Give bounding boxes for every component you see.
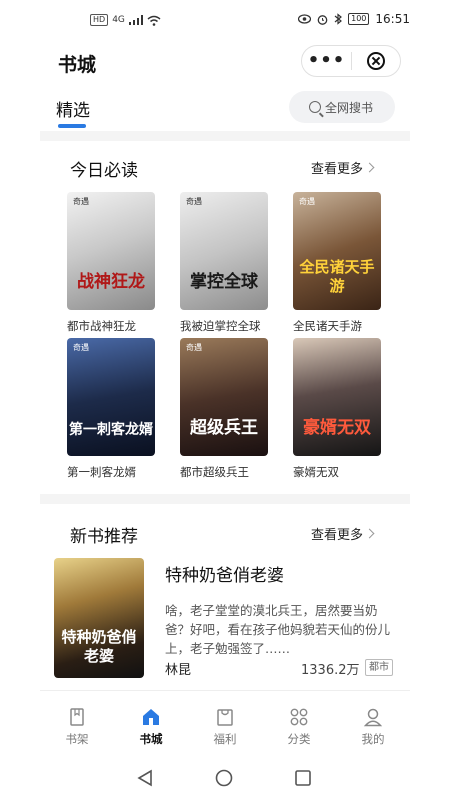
today-section-title: 今日必读 xyxy=(70,161,138,181)
new-book-readers: 1336.2万 xyxy=(301,663,360,678)
section-divider xyxy=(40,131,410,141)
category-icon xyxy=(290,708,308,726)
genre-tag: 都市 xyxy=(365,659,393,676)
book-cover: 奇遇 第一刺客龙婿 xyxy=(67,338,155,456)
eye-icon xyxy=(298,14,312,24)
home-circle-icon[interactable] xyxy=(215,769,233,787)
recents-icon[interactable] xyxy=(294,769,312,787)
chevron-right-icon xyxy=(364,528,375,539)
publisher-logo: 奇遇 xyxy=(186,343,202,352)
signal-icon xyxy=(128,15,143,25)
today-more-label: 查看更多 xyxy=(311,162,364,177)
tab-category[interactable]: 分类 xyxy=(274,707,324,747)
book-card[interactable]: 奇遇 掌控全球 我被迫掌控全球 xyxy=(180,192,268,334)
new-books-more-label: 查看更多 xyxy=(311,528,364,543)
cover-title: 掌控全球 xyxy=(190,272,258,292)
book-title: 豪婿无双 xyxy=(293,465,339,479)
publisher-logo: 奇遇 xyxy=(299,197,315,206)
network-badge: 4G xyxy=(112,15,125,25)
home-icon xyxy=(143,709,159,725)
hd-badge: HD xyxy=(90,14,109,26)
app-page: HD 4G 100 16:51 书城 ••• 精选 全网搜书 今日必读 查看更多 xyxy=(0,0,450,800)
book-card[interactable]: 奇遇 战神狂龙 都市战神狂龙 xyxy=(67,192,155,334)
book-cover: 豪婿无双 xyxy=(293,338,381,456)
book-cover: 奇遇 掌控全球 xyxy=(180,192,268,310)
close-button[interactable] xyxy=(352,52,400,70)
battery-icon: 100 xyxy=(348,13,370,25)
tab-label: 福利 xyxy=(213,732,237,746)
mini-program-capsule: ••• xyxy=(301,45,401,77)
new-books-section-title: 新书推荐 xyxy=(70,527,138,547)
publisher-logo: 奇遇 xyxy=(186,197,202,206)
search-placeholder: 全网搜书 xyxy=(325,100,374,115)
book-title: 第一刺客龙婿 xyxy=(67,465,136,479)
book-title: 全民诸天手游 xyxy=(293,319,362,333)
tab-label: 我的 xyxy=(361,732,385,746)
today-more-link[interactable]: 查看更多 xyxy=(311,158,375,177)
book-card[interactable]: 奇遇 第一刺客龙婿 第一刺客龙婿 xyxy=(67,338,155,480)
search-button[interactable]: 全网搜书 xyxy=(289,91,395,123)
book-title: 都市超级兵王 xyxy=(180,465,249,479)
new-book-title[interactable]: 特种奶爸俏老婆 xyxy=(165,561,284,586)
book-card[interactable]: 豪婿无双 豪婿无双 xyxy=(293,338,381,480)
new-book-cover[interactable]: 特种奶爸俏老婆 xyxy=(54,558,144,678)
publisher-logo: 奇遇 xyxy=(73,343,89,352)
book-card[interactable]: 奇遇 全民诸天手游 全民诸天手游 xyxy=(293,192,381,334)
tab-profile[interactable]: 我的 xyxy=(348,707,398,747)
publisher-logo: 奇遇 xyxy=(73,197,89,206)
status-bar: HD 4G 100 16:51 xyxy=(40,0,410,40)
bottom-tab-bar: 书架 书城 福利 分类 我的 xyxy=(40,690,410,752)
tab-label: 书城 xyxy=(139,732,163,746)
tab-label: 书架 xyxy=(65,732,89,746)
book-title: 我被迫掌控全球 xyxy=(180,319,261,333)
tab-indicator xyxy=(58,124,86,128)
new-book-author: 林昆 xyxy=(165,663,192,678)
new-book-description: 啥，老子堂堂的漠北兵王，居然要当奶爸？好吧，看在孩子他妈貌若天仙的份儿上，老子勉… xyxy=(165,603,391,656)
cover-title: 第一刺客龙婿 xyxy=(69,422,153,438)
chevron-right-icon xyxy=(364,162,375,173)
section-divider xyxy=(40,494,410,504)
alarm-icon xyxy=(317,14,328,25)
tab-label: 分类 xyxy=(287,732,311,746)
cover-title: 特种奶爸俏老婆 xyxy=(61,628,137,665)
book-card[interactable]: 奇遇 超级兵王 都市超级兵王 xyxy=(180,338,268,480)
book-cover: 奇遇 战神狂龙 xyxy=(67,192,155,310)
page-title: 书城 xyxy=(58,54,97,76)
book-cover: 奇遇 全民诸天手游 xyxy=(293,192,381,310)
more-button[interactable]: ••• xyxy=(302,46,351,76)
tab-bookshelf[interactable]: 书架 xyxy=(52,707,102,747)
close-icon xyxy=(366,52,385,70)
search-icon xyxy=(309,101,321,113)
wifi-icon xyxy=(147,15,161,26)
bluetooth-icon xyxy=(334,13,343,25)
tab-featured[interactable]: 精选 xyxy=(56,96,90,121)
clock: 16:51 xyxy=(375,12,410,26)
system-nav-bar xyxy=(0,754,450,800)
back-icon[interactable] xyxy=(136,769,154,787)
book-cover: 奇遇 超级兵王 xyxy=(180,338,268,456)
status-right: 100 16:51 xyxy=(298,12,410,26)
new-books-more-link[interactable]: 查看更多 xyxy=(311,524,375,543)
tab-welfare[interactable]: 福利 xyxy=(200,707,250,747)
book-title: 都市战神狂龙 xyxy=(67,319,136,333)
profile-icon xyxy=(363,708,383,727)
tab-bookstore[interactable]: 书城 xyxy=(126,707,176,747)
cover-title: 战神狂龙 xyxy=(77,272,145,292)
status-left: HD 4G xyxy=(90,14,161,26)
gift-bag-icon xyxy=(217,709,233,726)
cover-title: 全民诸天手游 xyxy=(299,258,375,295)
cover-title: 豪婿无双 xyxy=(303,418,371,438)
cover-title: 超级兵王 xyxy=(190,418,258,438)
bookshelf-icon xyxy=(70,708,84,726)
